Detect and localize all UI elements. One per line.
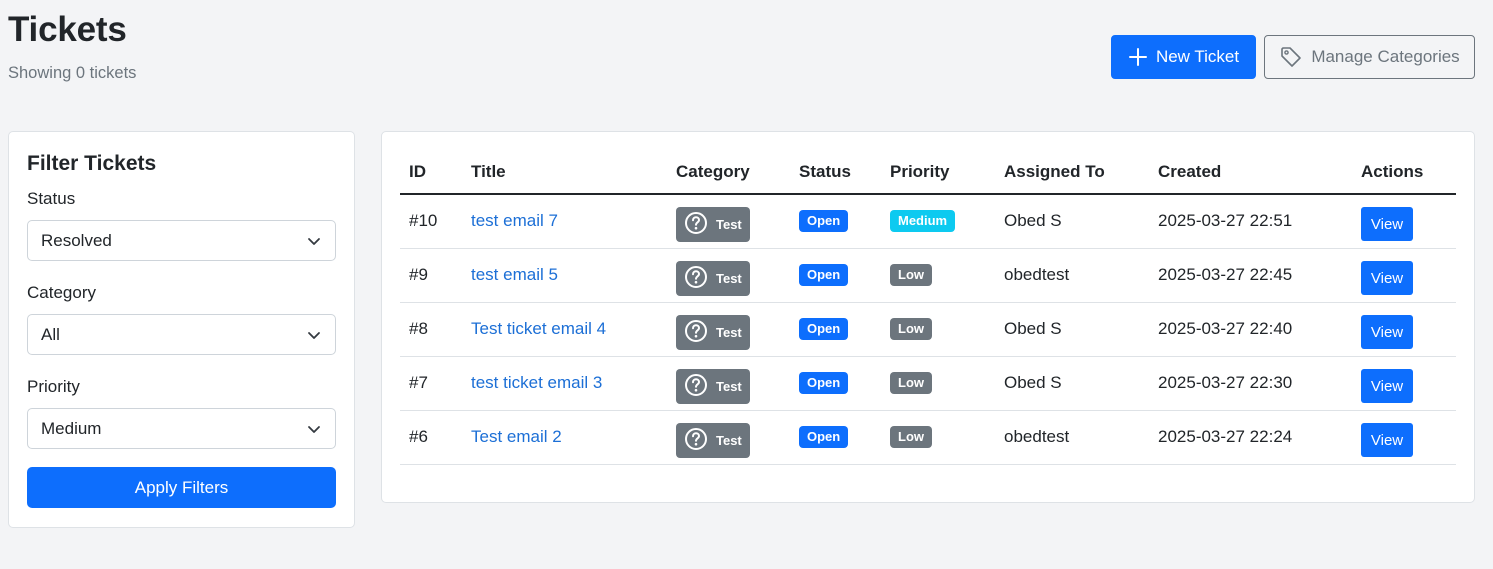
priority-filter-select[interactable]: Medium: [27, 408, 336, 449]
question-circle-icon: [684, 265, 708, 292]
question-circle-icon: [684, 211, 708, 238]
tickets-table: ID Title Category Status Priority Assign…: [400, 150, 1456, 465]
priority-badge: Low: [890, 318, 932, 340]
question-circle-icon: [684, 319, 708, 346]
filter-panel: Filter Tickets Status Resolved Category …: [8, 131, 355, 528]
created-date: 2025-03-27 22:30: [1149, 356, 1352, 411]
table-row: #10 test email 7 Test Open Medium Obed S 2025-…: [400, 194, 1456, 249]
view-ticket-button[interactable]: View: [1361, 261, 1413, 295]
ticket-id: #10: [400, 194, 462, 249]
chevron-down-icon: [308, 237, 320, 245]
assigned-to: Obed S: [995, 194, 1149, 249]
view-ticket-button[interactable]: View: [1361, 423, 1413, 457]
question-circle-icon: [684, 373, 708, 400]
priority-badge: Low: [890, 372, 932, 394]
category-filter-label: Category: [27, 283, 96, 302]
tickets-table-card: ID Title Category Status Priority Assign…: [381, 131, 1475, 503]
view-ticket-button[interactable]: View: [1361, 369, 1413, 403]
question-circle-icon: [684, 427, 708, 454]
column-header-assigned-to: Assigned To: [995, 150, 1149, 195]
column-header-id: ID: [400, 150, 462, 195]
chevron-down-icon: [308, 331, 320, 339]
view-ticket-button[interactable]: View: [1361, 315, 1413, 349]
manage-categories-label: Manage Categories: [1311, 47, 1460, 66]
ticket-title-link[interactable]: Test email 2: [471, 427, 562, 446]
assigned-to: obedtest: [995, 248, 1149, 303]
created-date: 2025-03-27 22:24: [1149, 410, 1352, 465]
category-badge: Test: [676, 314, 750, 350]
category-label: Test: [716, 324, 742, 340]
status-badge: Open: [799, 318, 849, 340]
new-ticket-label: New Ticket: [1155, 47, 1240, 66]
tickets-table-body: #10 test email 7 Test Open Medium Obed S 2025-…: [400, 194, 1456, 465]
ticket-title-link[interactable]: test email 5: [471, 265, 558, 284]
status-badge: Open: [799, 264, 849, 286]
status-filter-value: Resolved: [41, 230, 112, 250]
ticket-title-link[interactable]: test email 7: [471, 211, 558, 230]
tag-icon: [1279, 45, 1303, 69]
category-label: Test: [716, 270, 742, 286]
new-ticket-button[interactable]: New Ticket: [1111, 35, 1256, 79]
page-title: Tickets: [8, 10, 127, 49]
ticket-id: #8: [400, 302, 462, 357]
status-badge: Open: [799, 426, 849, 448]
priority-filter-label: Priority: [27, 377, 80, 396]
assigned-to: obedtest: [995, 410, 1149, 465]
table-row: #9 test email 5 Test Open Low obedtest 2025-03…: [400, 248, 1456, 303]
category-label: Test: [716, 216, 742, 232]
category-badge: Test: [676, 260, 750, 296]
created-date: 2025-03-27 22:40: [1149, 302, 1352, 357]
status-badge: Open: [799, 372, 849, 394]
plus-icon: [1128, 47, 1148, 67]
created-date: 2025-03-27 22:51: [1149, 194, 1352, 249]
status-filter-label: Status: [27, 189, 76, 208]
category-label: Test: [716, 432, 742, 448]
ticket-id: #9: [400, 248, 462, 303]
table-row: #6 Test email 2 Test Open Low obedtest 2025-03…: [400, 410, 1456, 465]
header-actions: New Ticket Manage Categories: [1111, 35, 1475, 79]
column-header-priority: Priority: [881, 150, 995, 195]
priority-filter-value: Medium: [41, 418, 102, 438]
category-filter-value: All: [41, 324, 60, 344]
assigned-to: Obed S: [995, 302, 1149, 357]
category-label: Test: [716, 378, 742, 394]
table-row: #8 Test ticket email 4 Test Open Low Obed S 20…: [400, 302, 1456, 357]
category-badge: Test: [676, 368, 750, 404]
column-header-category: Category: [667, 150, 790, 195]
ticket-title-link[interactable]: test ticket email 3: [471, 373, 602, 392]
status-filter-select[interactable]: Resolved: [27, 220, 336, 261]
manage-categories-button[interactable]: Manage Categories: [1264, 35, 1475, 79]
priority-badge: Low: [890, 426, 932, 448]
column-header-created: Created: [1149, 150, 1352, 195]
category-filter-select[interactable]: All: [27, 314, 336, 355]
priority-badge: Medium: [890, 210, 956, 233]
view-ticket-button[interactable]: View: [1361, 207, 1413, 242]
apply-filters-button[interactable]: Apply Filters: [27, 467, 336, 508]
table-row: #7 test ticket email 3 Test Open Low Obed S 20…: [400, 356, 1456, 411]
column-header-actions: Actions: [1352, 150, 1456, 195]
category-badge: Test: [676, 422, 750, 458]
ticket-id: #6: [400, 410, 462, 465]
ticket-title-link[interactable]: Test ticket email 4: [471, 319, 606, 338]
category-badge: Test: [676, 206, 750, 242]
column-header-status: Status: [790, 150, 881, 195]
ticket-id: #7: [400, 356, 462, 411]
status-badge: Open: [799, 210, 849, 233]
tickets-page: Tickets Showing 0 tickets New Ticket Man…: [0, 0, 1493, 569]
priority-badge: Low: [890, 264, 932, 286]
chevron-down-icon: [308, 425, 320, 433]
column-header-title: Title: [462, 150, 667, 195]
ticket-count-subtitle: Showing 0 tickets: [8, 64, 137, 82]
created-date: 2025-03-27 22:45: [1149, 248, 1352, 303]
table-header-row: ID Title Category Status Priority Assign…: [400, 150, 1456, 195]
filter-title: Filter Tickets: [27, 152, 157, 175]
assigned-to: Obed S: [995, 356, 1149, 411]
